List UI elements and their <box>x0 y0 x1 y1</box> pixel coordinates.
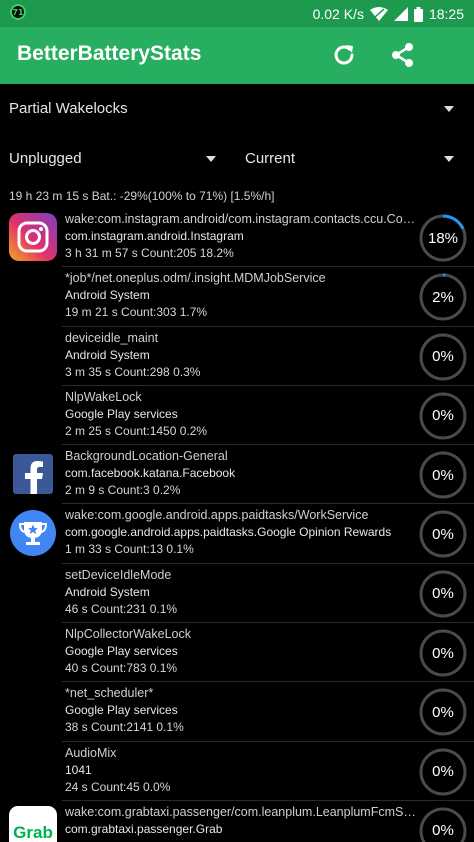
app-title: BetterBatteryStats <box>17 42 202 65</box>
from-dropdown[interactable]: Unplugged <box>9 150 82 167</box>
percent-value: 0% <box>432 644 454 662</box>
wakelock-list[interactable]: wake:com.instagram.android/com.instagram… <box>0 208 474 842</box>
wakelock-owner: com.facebook.katana.Facebook <box>65 466 236 481</box>
percent-ring: 0% <box>418 806 468 842</box>
refresh-icon[interactable] <box>329 40 359 70</box>
facebook-icon <box>9 450 57 498</box>
percent-value: 0% <box>432 348 454 366</box>
wakelock-stats: 46 s Count:231 0.1% <box>65 601 178 616</box>
percent-value: 0% <box>432 763 454 781</box>
list-item[interactable]: deviceidle_maint Android System 3 m 35 s… <box>0 327 474 386</box>
grab-icon: Grab <box>9 805 57 842</box>
wakelock-name: *job*/net.oneplus.odm/.insight.MDMJobSer… <box>65 271 326 286</box>
list-item[interactable]: Grab wake:com.grabtaxi.passenger/com.lea… <box>0 801 474 842</box>
wakelock-name: *net_scheduler* <box>65 686 154 701</box>
wakelock-owner: com.grabtaxi.passenger.Grab <box>65 821 223 836</box>
app-toolbar: BetterBatteryStats <box>0 27 474 84</box>
to-dropdown[interactable]: Current <box>245 150 295 167</box>
wakelock-stats: 38 s Count:2141 0.1% <box>65 720 184 735</box>
wakelock-name: wake:com.grabtaxi.passenger/com.leanplum… <box>65 804 419 819</box>
wakelock-name: AudioMix <box>65 745 117 760</box>
to-value: Current <box>245 150 296 167</box>
wakelock-stats: 3 m 35 s Count:298 0.3% <box>65 364 201 379</box>
percent-value: 0% <box>432 703 454 721</box>
percent-ring: 0% <box>418 509 468 559</box>
list-item[interactable]: wake:com.google.android.apps.paidtasks/W… <box>0 504 474 564</box>
percent-value: 0% <box>432 822 454 840</box>
list-item[interactable]: BackgroundLocation-General com.facebook.… <box>0 445 474 505</box>
opinion-rewards-icon <box>9 509 57 557</box>
wifi-icon <box>369 7 388 21</box>
status-bar: 71 0.02 K/s 18:25 <box>0 0 474 27</box>
list-item[interactable]: wake:com.instagram.android/com.instagram… <box>0 208 474 268</box>
wakelock-owner: com.instagram.android.Instagram <box>65 229 244 243</box>
summary-line: 19 h 23 m 15 s Bat.: -29%(100% to 71%) [… <box>9 189 275 203</box>
chevron-down-icon[interactable] <box>444 156 454 162</box>
percent-ring: 0% <box>418 687 468 737</box>
wakelock-owner: Google Play services <box>65 644 178 659</box>
list-item[interactable]: setDeviceIdleMode Android System 46 s Co… <box>0 564 474 624</box>
instagram-icon <box>9 213 57 261</box>
wakelock-stats: 2 m 25 s Count:1450 0.2% <box>65 423 208 438</box>
stat-type-dropdown[interactable]: Partial Wakelocks <box>9 100 128 117</box>
list-item[interactable]: NlpWakeLock Google Play services 2 m 25 … <box>0 386 474 446</box>
wakelock-stats: 3 h 31 m 57 s Count:205 18.2% <box>65 246 234 260</box>
battery-icon <box>413 6 423 22</box>
wakelock-name: BackgroundLocation-General <box>65 449 228 464</box>
percent-ring: 0% <box>418 747 468 797</box>
chevron-down-icon[interactable] <box>444 106 454 112</box>
wakelock-owner: Android System <box>65 584 150 599</box>
list-item[interactable]: AudioMix 1041 24 s Count:45 0.0% 0% <box>0 742 474 801</box>
list-item[interactable]: *net_scheduler* Google Play services 38 … <box>0 682 474 742</box>
wakelock-stats: 2 m 9 s Count:3 0.2% <box>65 483 181 498</box>
wakelock-owner: 1041 <box>65 762 92 777</box>
percent-value: 2% <box>432 288 454 306</box>
percent-value: 18% <box>427 229 459 247</box>
percent-ring: 0% <box>418 569 468 619</box>
from-value: Unplugged <box>9 150 82 167</box>
percent-value: 0% <box>432 525 454 543</box>
wakelock-owner: Android System <box>65 347 150 362</box>
status-indicators: 0.02 K/s 18:25 <box>313 4 464 24</box>
wakelock-stats: 24 s Count:45 0.0% <box>65 779 171 794</box>
list-item[interactable]: *job*/net.oneplus.odm/.insight.MDMJobSer… <box>0 267 474 327</box>
percent-value: 0% <box>432 466 454 484</box>
wakelock-owner: Google Play services <box>65 406 178 421</box>
wakelock-name: NlpWakeLock <box>65 389 142 404</box>
wakelock-name: setDeviceIdleMode <box>65 567 172 582</box>
wakelock-name: wake:com.google.android.apps.paidtasks/W… <box>65 508 369 523</box>
percent-value: 0% <box>432 407 454 425</box>
clock: 18:25 <box>428 6 464 22</box>
wakelock-name: NlpCollectorWakeLock <box>65 627 191 642</box>
percent-ring: 0% <box>418 450 468 500</box>
wakelock-name: wake:com.instagram.android/com.instagram… <box>65 212 419 226</box>
wakelock-name: deviceidle_maint <box>65 330 159 345</box>
wakelock-stats: 19 m 21 s Count:303 1.7% <box>65 305 208 320</box>
network-speed: 0.02 K/s <box>312 6 364 22</box>
percent-ring: 0% <box>418 391 468 441</box>
chevron-down-icon[interactable] <box>206 156 216 162</box>
svg-text:Grab: Grab <box>13 823 53 842</box>
wakelock-stats: 40 s Count:783 0.1% <box>65 661 178 676</box>
signal-icon <box>393 7 408 21</box>
percent-ring: 0% <box>418 332 468 382</box>
wakelock-owner: com.google.android.apps.paidtasks.Google… <box>65 525 392 540</box>
list-item[interactable]: NlpCollectorWakeLock Google Play service… <box>0 623 474 683</box>
percent-ring: 18% <box>418 213 468 263</box>
wakelock-stats: 1 m 33 s Count:13 0.1% <box>65 542 194 557</box>
notification-badge: 71 <box>10 4 26 20</box>
stat-type-value: Partial Wakelocks <box>9 100 128 117</box>
wakelock-owner: Android System <box>65 288 150 303</box>
percent-value: 0% <box>432 585 454 603</box>
percent-ring: 0% <box>418 628 468 678</box>
wakelock-owner: Google Play services <box>65 703 178 718</box>
share-icon[interactable] <box>388 40 418 70</box>
percent-ring: 2% <box>418 272 468 322</box>
